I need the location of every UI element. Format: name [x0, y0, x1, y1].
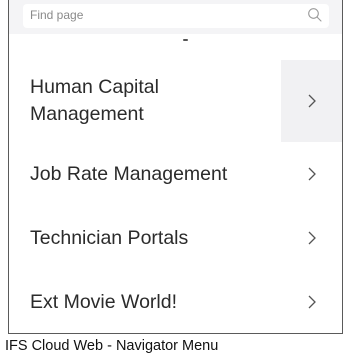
- search-icon[interactable]: [306, 6, 324, 24]
- navigator-menu: Human Capital Management Job Rate Manage…: [9, 60, 342, 334]
- expand-button[interactable]: [281, 270, 342, 334]
- drag-handle[interactable]: [183, 39, 188, 41]
- menu-item-technician-portals[interactable]: Technician Portals: [9, 206, 342, 270]
- find-page-input[interactable]: [23, 4, 300, 26]
- chevron-right-icon: [308, 94, 316, 108]
- expand-button[interactable]: [281, 142, 342, 206]
- menu-item-job-rate-management[interactable]: Job Rate Management: [9, 142, 342, 206]
- menu-item-label: Job Rate Management: [30, 162, 228, 185]
- chevron-right-icon: [308, 167, 316, 181]
- chevron-right-icon: [308, 295, 316, 309]
- menu-item-label: Ext Movie World!: [30, 290, 178, 313]
- menu-item-label: Human Capital Management: [30, 76, 159, 125]
- menu-item-label: Technician Portals: [30, 226, 189, 249]
- expand-button[interactable]: [281, 60, 342, 142]
- navigator-panel: Human Capital Management Job Rate Manage…: [8, 0, 343, 334]
- menu-item-human-capital-management[interactable]: Human Capital Management: [9, 60, 342, 142]
- search-bar: [9, 0, 342, 34]
- menu-item-ext-movie-world[interactable]: Ext Movie World!: [9, 270, 342, 334]
- search-box: [23, 4, 329, 28]
- expand-button[interactable]: [281, 206, 342, 270]
- chevron-right-icon: [308, 231, 316, 245]
- caption: IFS Cloud Web - Navigator Menu: [5, 338, 219, 354]
